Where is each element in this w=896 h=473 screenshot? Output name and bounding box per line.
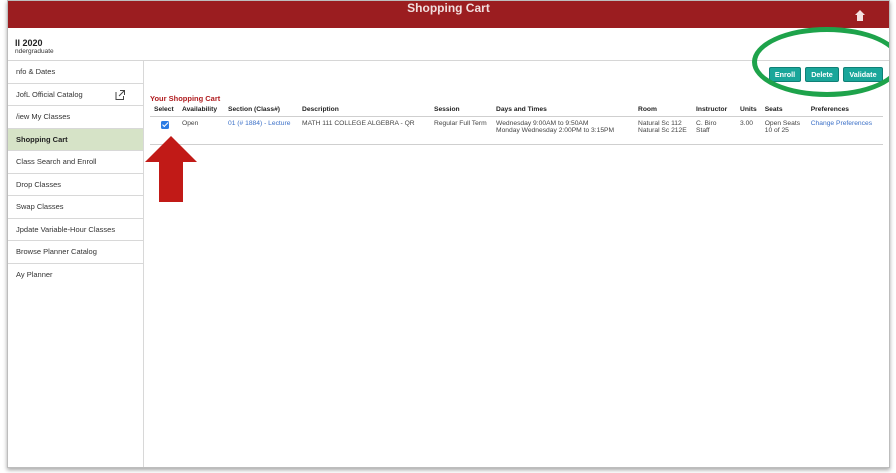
- shopping-cart-title: Your Shopping Cart: [150, 94, 221, 103]
- shopping-cart-table: Select Availability Section (Class#) Des…: [150, 104, 883, 145]
- sidebar-item-label: nfo & Dates: [16, 67, 56, 76]
- seats-cell: Open Seats 10 of 25: [760, 116, 807, 145]
- preferences-cell: Change Preferences: [806, 116, 883, 145]
- description-cell: MATH 111 COLLEGE ALGEBRA - QR: [298, 116, 430, 145]
- column-header-days-times: Days and Times: [492, 104, 634, 117]
- section-link[interactable]: 01 (# 1884) - Lecture: [224, 116, 298, 145]
- table-header-row: Select Availability Section (Class#) Des…: [150, 104, 883, 117]
- sidebar-item-shopping-cart[interactable]: Shopping Cart: [8, 128, 143, 151]
- term-name: ll 2020: [15, 38, 43, 48]
- sidebar-item-label: Class Search and Enroll: [16, 157, 97, 166]
- sidebar-item-label: Swap Classes: [16, 202, 64, 211]
- column-header-session: Session: [430, 104, 492, 117]
- delete-button[interactable]: Delete: [805, 67, 839, 82]
- column-header-instructor: Instructor: [692, 104, 736, 117]
- app-window: Shopping Cart ll 2020 ndergraduate nfo &…: [7, 0, 890, 468]
- sidebar-item-swap-classes[interactable]: Swap Classes: [8, 196, 143, 219]
- change-preferences-link[interactable]: Change Preferences: [811, 120, 872, 127]
- days-times-cell: Wednesday 9:00AM to 9:50AM Monday Wednes…: [492, 116, 634, 145]
- column-header-section: Section (Class#): [224, 104, 298, 117]
- seats-line: 10 of 25: [764, 126, 789, 134]
- room-cell: Natural Sc 112 Natural Sc 212E: [634, 116, 692, 145]
- sidebar-nav: nfo & Dates JofL Official Catalog /iew M…: [8, 61, 144, 467]
- external-link-icon: [115, 89, 125, 100]
- table-row: Open 01 (# 1884) - Lecture MATH 111 COLL…: [150, 116, 883, 145]
- column-header-description: Description: [298, 104, 430, 117]
- annotation-arrow-up-icon: [145, 136, 197, 202]
- column-header-units: Units: [736, 104, 761, 117]
- room-line: Natural Sc 112: [638, 119, 682, 127]
- sidebar-item-label: Drop Classes: [16, 179, 62, 189]
- instructor-line: C. Biro: [696, 119, 717, 127]
- sidebar-item-drop-classes[interactable]: Drop Classes: [8, 174, 143, 196]
- top-header-bar: Shopping Cart: [8, 1, 889, 28]
- sidebar-item-my-planner[interactable]: Ay Planner: [8, 264, 143, 287]
- column-header-room: Room: [634, 104, 692, 117]
- session-cell: Regular Full Term: [430, 116, 492, 145]
- room-line: Natural Sc 212E: [638, 126, 687, 134]
- cart-action-buttons: Enroll Delete Validate: [769, 67, 883, 82]
- column-header-select: Select: [150, 104, 178, 117]
- instructor-line: Staff: [696, 126, 710, 134]
- sidebar-item-label: Ay Planner: [16, 269, 53, 279]
- units-cell: 3.00: [736, 116, 761, 145]
- term-info-bar: ll 2020 ndergraduate: [8, 28, 889, 61]
- sidebar-item-label: JofL Official Catalog: [16, 89, 83, 99]
- sidebar-item-label: /iew My Classes: [16, 112, 71, 121]
- sidebar-item-official-catalog[interactable]: JofL Official Catalog: [8, 84, 143, 106]
- sidebar-item-update-variable-hour[interactable]: Jpdate Variable-Hour Classes: [8, 219, 143, 241]
- column-header-preferences: Preferences: [806, 104, 883, 117]
- validate-button[interactable]: Validate: [843, 67, 883, 82]
- sidebar-item-label: Shopping Cart: [16, 134, 68, 144]
- sidebar-item-label: Jpdate Variable-Hour Classes: [16, 224, 116, 234]
- days-times-line: Monday Wednesday 2:00PM to 3:15PM: [496, 126, 615, 134]
- sidebar-item-info-dates[interactable]: nfo & Dates: [8, 61, 143, 84]
- instructor-cell: C. Biro Staff: [692, 116, 736, 145]
- sidebar-item-label: Browse Planner Catalog: [16, 247, 97, 256]
- seats-line: Open Seats: [764, 119, 801, 127]
- column-header-seats: Seats: [760, 104, 807, 117]
- column-header-availability: Availability: [178, 104, 224, 117]
- sidebar-item-class-search[interactable]: Class Search and Enroll: [8, 151, 143, 174]
- home-icon[interactable]: [853, 1, 867, 23]
- main-content: Enroll Delete Validate Your Shopping Car…: [144, 61, 889, 467]
- sidebar-item-browse-planner[interactable]: Browse Planner Catalog: [8, 241, 143, 264]
- page-heading: Shopping Cart: [407, 1, 490, 15]
- days-times-line: Wednesday 9:00AM to 9:50AM: [496, 119, 589, 127]
- enroll-button[interactable]: Enroll: [769, 67, 801, 82]
- term-career: ndergraduate: [15, 48, 54, 55]
- sidebar-item-view-my-classes[interactable]: /iew My Classes: [8, 106, 143, 129]
- select-checkbox[interactable]: [161, 120, 169, 129]
